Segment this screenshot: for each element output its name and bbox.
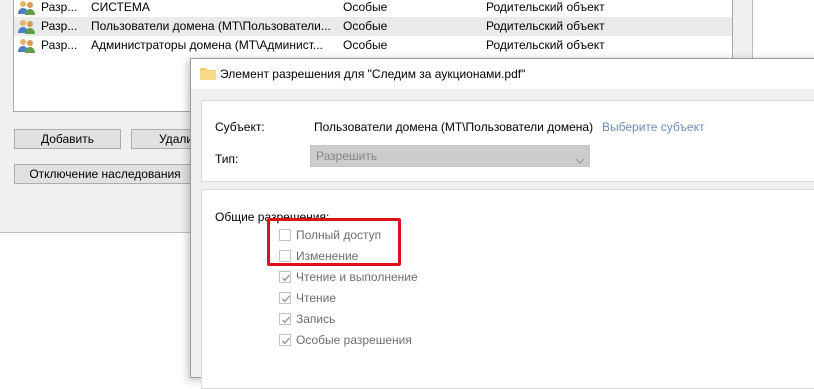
users-icon bbox=[17, 0, 37, 16]
permission-label: Запись bbox=[296, 312, 336, 326]
dialog-titlebar[interactable]: Элемент разрешения для "Следим за аукцио… bbox=[191, 59, 814, 89]
entry-access: Особые bbox=[343, 38, 388, 52]
users-icon bbox=[17, 18, 37, 35]
permission-entry-row[interactable]: Разр... Пользователи домена (MT\Пользова… bbox=[14, 17, 732, 36]
permission-entry-row[interactable]: Разр... Администраторы домена (MT\Админи… bbox=[14, 36, 732, 55]
entry-inherited-from: Родительский объект bbox=[486, 38, 605, 52]
checkmark-icon bbox=[282, 295, 291, 303]
entry-subject: Пользователи домена (MT\Пользователи... bbox=[91, 19, 331, 33]
select-subject-link[interactable]: Выберите субъект bbox=[602, 120, 704, 134]
checkmark-icon bbox=[282, 316, 291, 324]
entry-type: Разр... bbox=[41, 0, 78, 14]
entry-subject: Администраторы домена (MT\Админист... bbox=[91, 38, 323, 52]
checkbox-checked[interactable] bbox=[279, 271, 291, 283]
type-label: Тип: bbox=[215, 152, 239, 166]
chevron-down-icon bbox=[575, 151, 585, 164]
entry-type: Разр... bbox=[41, 38, 78, 52]
subject-value: Пользователи домена (MT\Пользователи дом… bbox=[314, 120, 594, 134]
highlight-annotation-box bbox=[267, 218, 401, 266]
disable-inheritance-button[interactable]: Отключение наследования bbox=[14, 164, 196, 184]
permission-label: Особые разрешения bbox=[296, 333, 412, 347]
checkmark-icon bbox=[282, 337, 291, 345]
subject-label: Субъект: bbox=[215, 120, 265, 134]
folder-icon bbox=[200, 66, 216, 80]
checkbox-checked[interactable] bbox=[279, 313, 291, 325]
dialog-title: Элемент разрешения для "Следим за аукцио… bbox=[220, 67, 526, 81]
type-select[interactable]: Разрешить bbox=[310, 145, 590, 167]
add-button[interactable]: Добавить bbox=[14, 129, 121, 149]
entry-inherited-from: Родительский объект bbox=[486, 0, 605, 14]
entry-type: Разр... bbox=[41, 19, 78, 33]
users-icon bbox=[17, 37, 37, 54]
checkbox-checked[interactable] bbox=[279, 292, 291, 304]
type-select-value: Разрешить bbox=[316, 149, 378, 163]
permission-entry-row[interactable]: Разр... СИСТЕМА Особые Родительский объе… bbox=[14, 0, 732, 17]
permission-label: Чтение и выполнение bbox=[296, 270, 418, 284]
entry-access: Особые bbox=[343, 0, 388, 14]
checkmark-icon bbox=[282, 274, 291, 282]
permission-label: Чтение bbox=[296, 291, 337, 305]
entry-subject: СИСТЕМА bbox=[91, 0, 150, 14]
entry-inherited-from: Родительский объект bbox=[486, 19, 605, 33]
entry-access: Особые bbox=[343, 19, 388, 33]
checkbox-checked[interactable] bbox=[279, 334, 291, 346]
subject-panel: Субъект: Пользователи домена (MT\Пользов… bbox=[201, 100, 814, 182]
